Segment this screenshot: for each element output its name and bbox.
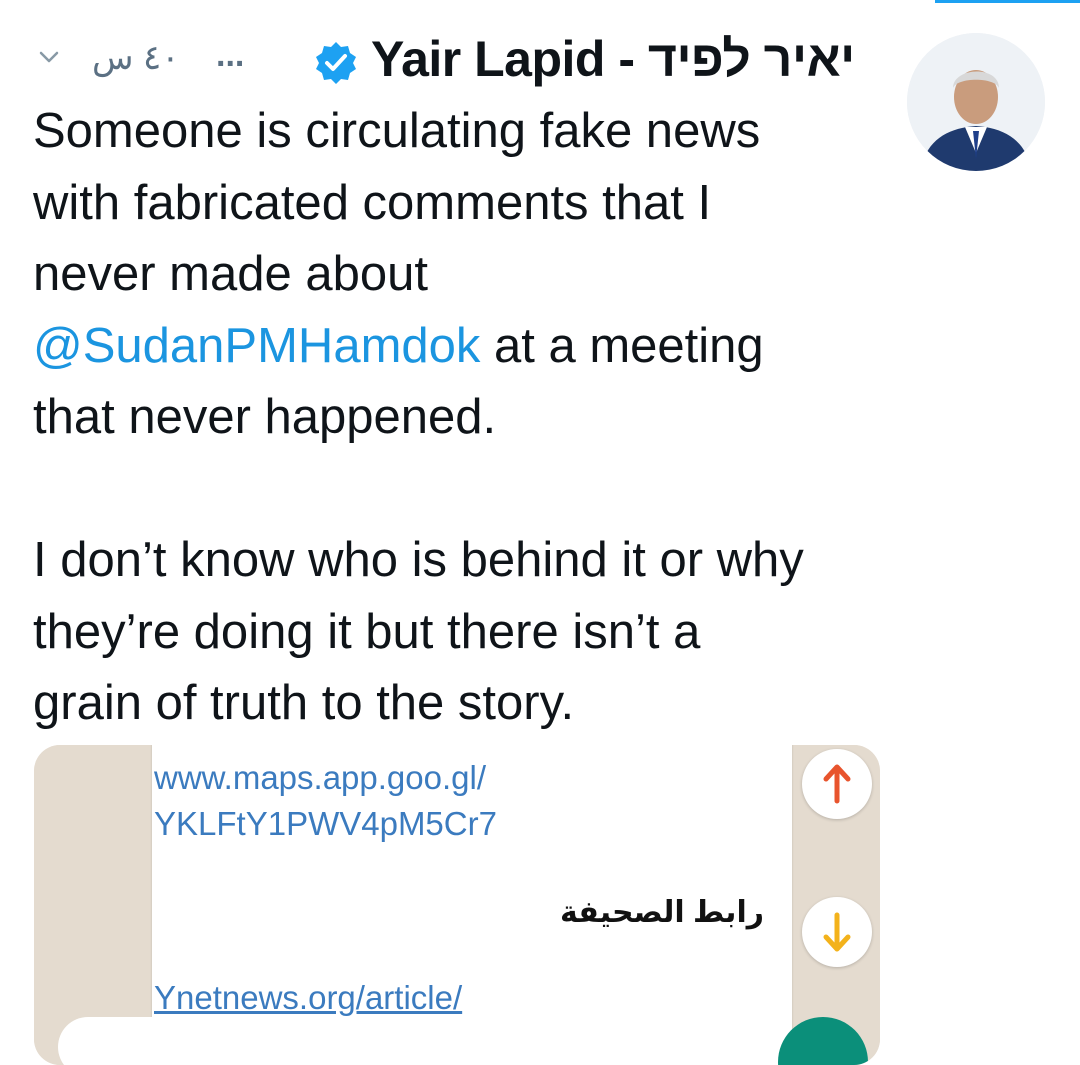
tweet-line-mention: @SudanPMHamdok at a meeting bbox=[33, 311, 893, 383]
ynet-link[interactable]: Ynetnews.org/article/ bbox=[154, 979, 462, 1017]
top-accent-line bbox=[935, 0, 1080, 3]
tweet-time[interactable]: ٤٠ س bbox=[92, 38, 179, 78]
newspaper-link-label: رابط الصحيفة bbox=[559, 896, 764, 929]
map-link-line: YKLFtY1PWV4pM5Cr7 bbox=[154, 805, 497, 842]
tweet-line: they’re doing it but there isn’t a bbox=[33, 604, 701, 659]
tweet-header: ٤٠ س ... Yair Lapid - יאיר לפיד bbox=[0, 30, 890, 90]
tweet-line: Someone is circulating fake news bbox=[33, 104, 761, 158]
avatar[interactable] bbox=[907, 33, 1045, 171]
map-link[interactable]: www.maps.app.goo.gl/ YKLFtY1PWV4pM5Cr7 bbox=[154, 755, 497, 847]
tweet-ellipsis: ... bbox=[216, 36, 245, 74]
mention-suffix: at a meeting bbox=[480, 318, 764, 373]
arrow-up-icon[interactable] bbox=[802, 749, 872, 819]
media-card[interactable]: www.maps.app.goo.gl/ YKLFtY1PWV4pM5Cr7 ر… bbox=[34, 745, 880, 1065]
tweet-line: that never happened. bbox=[33, 390, 497, 444]
tweet-line: never made about bbox=[33, 247, 428, 301]
mention-link[interactable]: @SudanPMHamdok bbox=[33, 319, 480, 373]
tweet-line: I don’t know who is behind it or why bbox=[33, 533, 804, 587]
map-link-line: www.maps.app.goo.gl/ bbox=[154, 759, 487, 796]
verified-badge-icon bbox=[312, 39, 360, 87]
tweet-line: with fabricated comments that I bbox=[33, 175, 712, 230]
chat-input-strip bbox=[58, 1017, 758, 1065]
chevron-down-icon[interactable] bbox=[36, 44, 62, 70]
tweet-line: grain of truth to the story. bbox=[33, 676, 575, 730]
tweet-text: Someone is circulating fake news with fa… bbox=[33, 96, 893, 740]
arrow-down-icon[interactable] bbox=[802, 897, 872, 967]
author-name[interactable]: Yair Lapid - יאיר לפיד bbox=[371, 30, 855, 88]
